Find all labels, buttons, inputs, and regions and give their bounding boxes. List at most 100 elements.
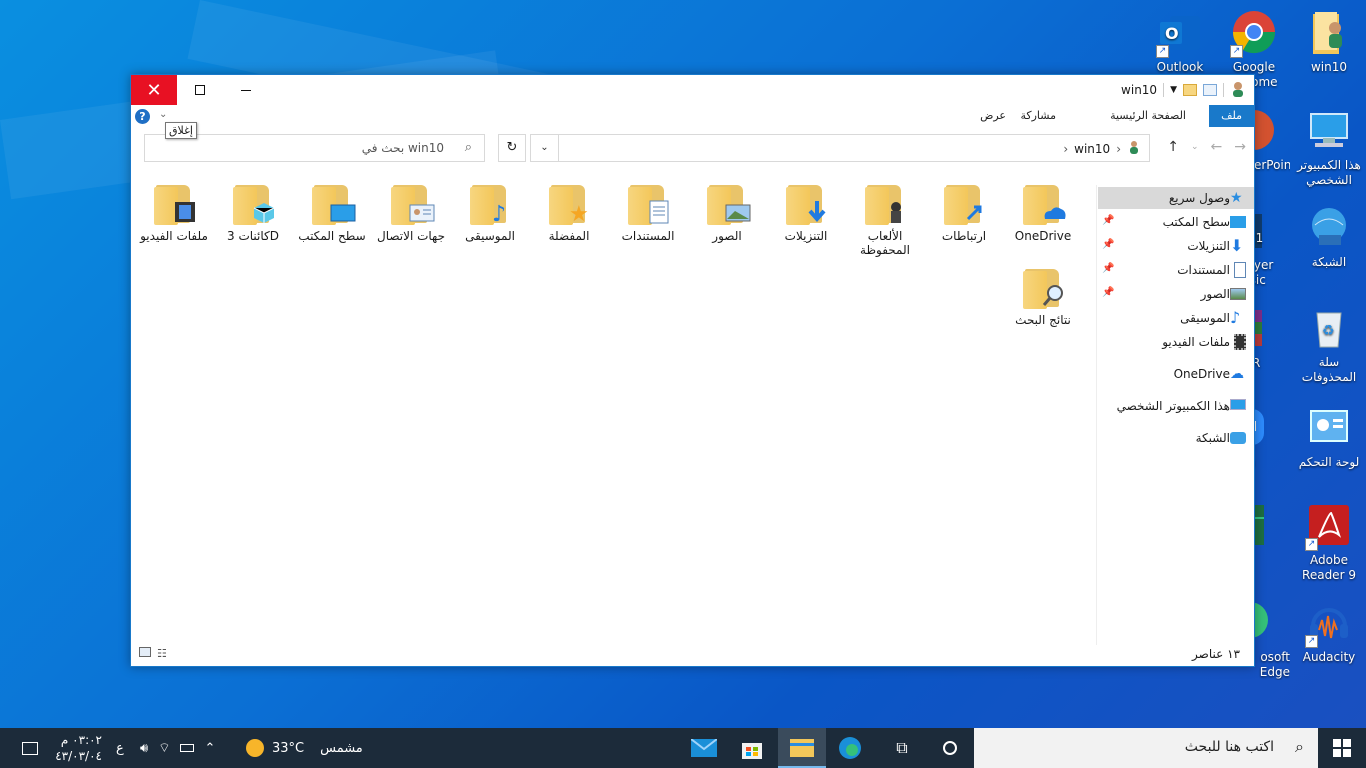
help-icon[interactable]: ? [135,109,150,124]
desktop-icon-adobe-reader[interactable]: ↗ Adobe Reader 9 [1291,503,1366,583]
nav-this-pc[interactable]: هذا الكمبيوتر الشخصي [1098,395,1254,417]
breadcrumb-win10[interactable]: win10 [1074,142,1110,156]
start-button[interactable] [1318,728,1366,768]
taskbar-store[interactable] [728,728,776,768]
up-arrow-icon[interactable]: ↑ [1167,139,1179,155]
file-item[interactable]: نتائج البحث [1007,267,1079,327]
adobe-reader-icon: ↗ [1305,503,1353,551]
language-indicator[interactable]: ع [116,728,124,768]
file-item[interactable]: جهات الاتصال [375,183,447,243]
chevron-down-icon[interactable]: ⌄ [159,109,167,120]
taskbar-edge[interactable] [826,728,874,768]
file-item[interactable]: ملفات الفيديو [138,183,210,243]
desktop-icon-label: Adobe Reader 9 [1302,553,1356,582]
maximize-button[interactable] [177,75,223,105]
tab-view[interactable]: عرض [972,105,1014,127]
file-item[interactable]: ارتباطات [928,183,1000,243]
file-item[interactable]: الألعاب المحفوظة [849,183,921,257]
recent-dropdown-icon[interactable]: ⌄ [1191,142,1199,155]
desktop-icon-network[interactable]: الشبكة [1291,205,1366,270]
nav-quick-access[interactable]: وصول سريع ★ [1098,187,1254,209]
contacts-folder-icon [391,183,435,225]
nav-pictures[interactable]: 📌 الصور [1098,283,1254,305]
file-item[interactable]: المستندات [612,183,684,243]
task-view-button[interactable]: ⧉ [878,728,926,768]
nav-label: OneDrive [1173,367,1230,381]
file-item[interactable]: ★ المفضلة [533,183,605,243]
tab-file[interactable]: ملف [1209,105,1254,127]
title-bar: ✕ win10 ▼ [131,75,1254,105]
nav-music[interactable]: الموسيقى ♪ [1098,307,1254,329]
taskbar-search-input[interactable]: اكتب هنا للبحث ⌕ [974,728,1318,768]
tab-share[interactable]: مشاركة [1012,105,1064,127]
file-item-label: نتائج البحث [1015,313,1071,327]
notifications-button[interactable] [22,728,38,768]
search-icon: ⌕ [464,140,472,155]
address-dropdown[interactable]: ⌄ [531,135,559,161]
desktop-icon-outlook[interactable]: O ↗ Outlook [1142,10,1218,75]
nav-desktop[interactable]: 📌 سطح المكتب [1098,211,1254,233]
user-folder-icon [1305,10,1353,58]
large-icons-view-icon[interactable] [139,647,151,657]
desktop-icon-audacity[interactable]: ↗ Audacity [1291,600,1366,665]
star-icon: ★ [1230,190,1243,206]
music-folder-icon: ♪ [470,183,510,225]
network-icon [1230,432,1246,444]
close-button[interactable]: ✕ [131,75,177,105]
cortana-icon [943,741,957,755]
forward-arrow-icon[interactable]: ← [1211,139,1223,155]
windows-logo-icon [1333,739,1351,757]
details-view-icon[interactable]: ☷ [157,647,167,660]
mail-icon [691,739,717,757]
desktop-icon-control-panel[interactable]: لوحة التحكم [1291,405,1366,470]
properties-icon[interactable] [1203,84,1217,96]
volume-icon[interactable]: 🔊︎ [140,741,148,756]
file-explorer-window: ✕ win10 ▼ ? ⌄ ملف الصفحة الرئيسية مشاركة… [130,74,1255,667]
file-item-label: سطح المكتب [298,229,366,243]
weather-widget[interactable]: 33°C مشمس [246,728,363,768]
address-bar[interactable]: ⌄ › win10 › [530,134,1150,162]
file-item[interactable]: كائنات 3D [217,183,289,243]
task-view-icon: ⧉ [896,738,908,757]
wifi-icon[interactable]: ⌔ [158,740,170,756]
links-folder-icon [944,183,984,225]
weather-text: مشمس [320,740,363,756]
status-bar: ١٣ عناصر ☷ [131,642,1254,666]
refresh-button[interactable]: ↻ [498,134,526,162]
minimize-button[interactable] [223,75,269,105]
nav-label: الموسيقى [1180,311,1230,325]
nav-downloads[interactable]: 📌 التنزيلات ⬇ [1098,235,1254,257]
cortana-button[interactable] [926,728,974,768]
file-item[interactable]: التنزيلات [770,183,842,243]
nav-network[interactable]: الشبكة [1098,427,1254,449]
file-item[interactable]: ♪ الموسيقى [454,183,526,243]
navigation-bar: بحث في win10 ⌕ ↻ ⌄ › win10 › ↑ ⌄ ← → [131,133,1254,165]
file-item[interactable]: سطح المكتب [296,183,368,243]
tab-home[interactable]: الصفحة الرئيسية [1102,105,1194,127]
breadcrumb: › win10 › [1063,140,1141,157]
battery-icon[interactable] [180,744,195,752]
file-item[interactable]: الصور [691,183,763,243]
new-folder-icon[interactable] [1183,84,1197,96]
nav-documents[interactable]: 📌 المستندات [1098,259,1254,281]
desktop-icon-this-pc[interactable]: هذا الكمبيوتر الشخصي [1291,108,1366,188]
quick-access-dropdown[interactable]: ▼ [1170,85,1177,95]
file-item-label: الصور [712,229,742,243]
clock-time: ٠٣:٠٢ م [60,733,102,747]
clock[interactable]: ٠٣:٠٢ م ٤٣/٠٣/٠٤ [52,732,102,764]
desktop-icon-win10[interactable]: win10 [1291,10,1366,75]
chevron-up-icon[interactable]: ⌃ [204,741,215,756]
nav-label: ملفات الفيديو [1162,335,1230,349]
nav-videos[interactable]: ملفات الفيديو [1098,331,1254,353]
desktop-icon-label: win10 [1310,60,1348,74]
recycle-bin-icon: ♻ [1305,305,1353,353]
cloud-icon: ☁ [1230,366,1244,382]
nav-onedrive[interactable]: OneDrive ☁ [1098,363,1254,385]
taskbar-file-explorer[interactable] [778,728,826,768]
desktop-icon-recycle-bin[interactable]: ♻ سلة المحذوفات [1291,305,1366,385]
desktop-icon-label: الشبكة [1311,255,1347,269]
back-arrow-icon[interactable]: → [1234,139,1246,155]
nav-label: وصول سريع [1168,191,1230,205]
file-item[interactable]: OneDrive [1007,183,1079,243]
taskbar-mail[interactable] [680,728,728,768]
